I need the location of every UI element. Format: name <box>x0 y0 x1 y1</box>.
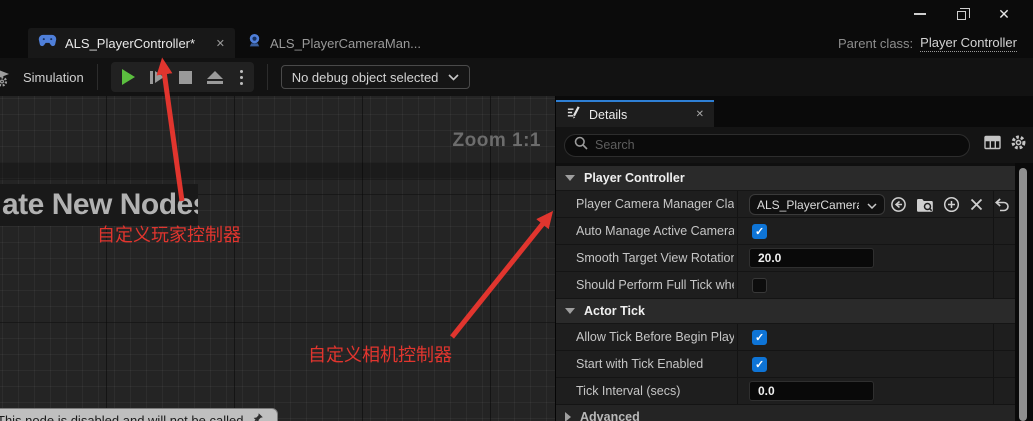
property-label: Smooth Target View Rotation... <box>576 245 734 271</box>
node-disabled-tooltip: This node is disabled and will not be ca… <box>0 408 278 421</box>
clear-value-icon[interactable] <box>969 197 984 217</box>
details-panel: Details Player <box>555 96 1033 421</box>
allow-tick-checkbox[interactable] <box>752 330 767 345</box>
restore-icon <box>957 11 966 20</box>
title-bar <box>0 0 1033 28</box>
eject-icon[interactable] <box>207 71 223 84</box>
use-selected-asset-icon[interactable] <box>890 196 907 218</box>
section-title: Advanced <box>580 410 640 421</box>
tab-als-playercameramanager[interactable]: ALS_PlayerCameraMan... <box>237 28 421 58</box>
debug-object-label: No debug object selected <box>292 70 439 85</box>
row-tick-interval: Tick Interval (secs) 0.0 <box>556 378 1015 405</box>
details-properties: Player Controller Player Camera Manager … <box>556 163 1015 421</box>
section-advanced[interactable]: Advanced <box>556 405 1015 421</box>
details-tab-close-icon[interactable] <box>696 109 704 120</box>
section-player-controller[interactable]: Player Controller <box>556 166 1015 191</box>
play-icon[interactable] <box>122 69 135 85</box>
row-start-with-tick-enabled: Start with Tick Enabled <box>556 351 1015 378</box>
tab-label: ALS_PlayerCameraMan... <box>270 36 421 51</box>
reset-to-default-icon[interactable] <box>993 197 1010 217</box>
more-options-icon[interactable] <box>238 70 243 85</box>
toolbar-divider <box>267 64 268 90</box>
asset-tools <box>890 196 1010 218</box>
property-label: Tick Interval (secs) <box>576 378 734 404</box>
parent-class-link[interactable]: Player Controller <box>920 35 1017 52</box>
chevron-down-icon <box>867 196 877 214</box>
simulation-label: Simulation <box>23 70 84 85</box>
blueprint-editor-window: ALS_PlayerController* ALS_PlayerCameraMa… <box>0 0 1033 421</box>
auto-manage-camera-checkbox[interactable] <box>752 224 767 239</box>
parent-class: Parent class: Player Controller <box>838 28 1017 58</box>
document-tabstrip: ALS_PlayerController* ALS_PlayerCameraMa… <box>0 28 1033 58</box>
simulation-icon <box>0 63 17 92</box>
collapse-arrow-icon <box>565 308 575 314</box>
minimize-button[interactable] <box>899 0 941 28</box>
property-label: Player Camera Manager Class <box>576 191 734 217</box>
property-label: Should Perform Full Tick when... <box>576 272 734 298</box>
zoom-indicator: Zoom 1:1 <box>453 130 541 152</box>
details-scrollbar[interactable] <box>1019 168 1027 421</box>
window-controls <box>899 0 1025 28</box>
chevron-down-icon <box>448 68 459 86</box>
tooltip-text: This node is disabled and will not be ca… <box>0 412 243 421</box>
close-icon <box>998 6 1010 23</box>
search-box[interactable] <box>564 134 970 157</box>
search-icon <box>574 136 588 155</box>
details-panel-options <box>984 127 1027 163</box>
play-controls-group <box>111 62 254 92</box>
minimize-icon <box>914 13 926 15</box>
parent-class-label: Parent class: <box>838 36 913 51</box>
graph-watermark: ate New Nodes. <box>0 184 198 226</box>
expand-arrow-icon <box>565 412 571 421</box>
camera-manager-class-dropdown[interactable]: ALS_PlayerCameraM <box>749 194 885 215</box>
section-actor-tick[interactable]: Actor Tick <box>556 299 1015 324</box>
details-tab[interactable]: Details <box>556 100 714 127</box>
camera-icon <box>247 33 262 53</box>
row-smooth-target-view-rotation: Smooth Target View Rotation... 20.0 <box>556 245 1015 272</box>
row-auto-manage-active-camera: Auto Manage Active Camera T... <box>556 218 1015 245</box>
annotation-player-controller: 自定义玩家控制器 <box>97 221 241 247</box>
settings-gear-icon[interactable] <box>1010 134 1027 156</box>
search-input[interactable] <box>595 138 960 152</box>
section-title: Actor Tick <box>584 304 645 318</box>
close-button[interactable] <box>983 0 1025 28</box>
toolbar-divider <box>97 64 98 90</box>
property-label: Start with Tick Enabled <box>576 351 734 377</box>
details-search-row <box>556 127 1033 163</box>
tab-als-playercontroller[interactable]: ALS_PlayerController* <box>28 28 235 58</box>
section-title: Player Controller <box>584 171 685 185</box>
tab-label: ALS_PlayerController* <box>65 36 195 51</box>
property-label: Allow Tick Before Begin Play <box>576 324 734 350</box>
row-allow-tick-before-begin-play: Allow Tick Before Begin Play <box>556 324 1015 351</box>
full-tick-checkbox[interactable] <box>752 278 767 293</box>
restore-button[interactable] <box>941 0 983 28</box>
smooth-rotation-speed-field[interactable]: 20.0 <box>749 248 874 268</box>
stop-icon[interactable] <box>179 71 192 84</box>
row-player-camera-manager-class: Player Camera Manager Class ALS_PlayerCa… <box>556 191 1015 218</box>
details-tab-label: Details <box>589 108 627 122</box>
details-icon <box>566 105 581 125</box>
pin-icon <box>251 412 264 421</box>
graph-watermark-text: ate New Nodes. <box>0 184 198 226</box>
add-new-asset-icon[interactable] <box>943 196 960 218</box>
gamepad-icon <box>38 34 57 52</box>
tick-interval-field[interactable]: 0.0 <box>749 381 874 401</box>
start-tick-checkbox[interactable] <box>752 357 767 372</box>
property-label: Auto Manage Active Camera T... <box>576 218 734 244</box>
graph-dark-band <box>0 162 555 180</box>
frame-skip-icon[interactable] <box>150 71 164 84</box>
debug-object-dropdown[interactable]: No debug object selected <box>281 65 471 89</box>
collapse-arrow-icon <box>565 175 575 181</box>
display-filter-icon[interactable] <box>984 135 1001 155</box>
blueprint-graph-canvas[interactable]: Zoom 1:1 ate New Nodes. 自定义玩家控制器 自定义相机控制… <box>0 96 555 421</box>
browse-to-asset-icon[interactable] <box>916 197 934 218</box>
row-should-perform-full-tick: Should Perform Full Tick when... <box>556 272 1015 299</box>
simulation-button[interactable]: Simulation <box>0 58 84 96</box>
annotation-camera-controller: 自定义相机控制器 <box>308 341 452 367</box>
blueprint-toolbar: Simulation No debug object selected <box>0 58 1033 96</box>
tab-close-icon[interactable] <box>216 37 225 50</box>
dropdown-value: ALS_PlayerCameraM <box>757 198 859 212</box>
